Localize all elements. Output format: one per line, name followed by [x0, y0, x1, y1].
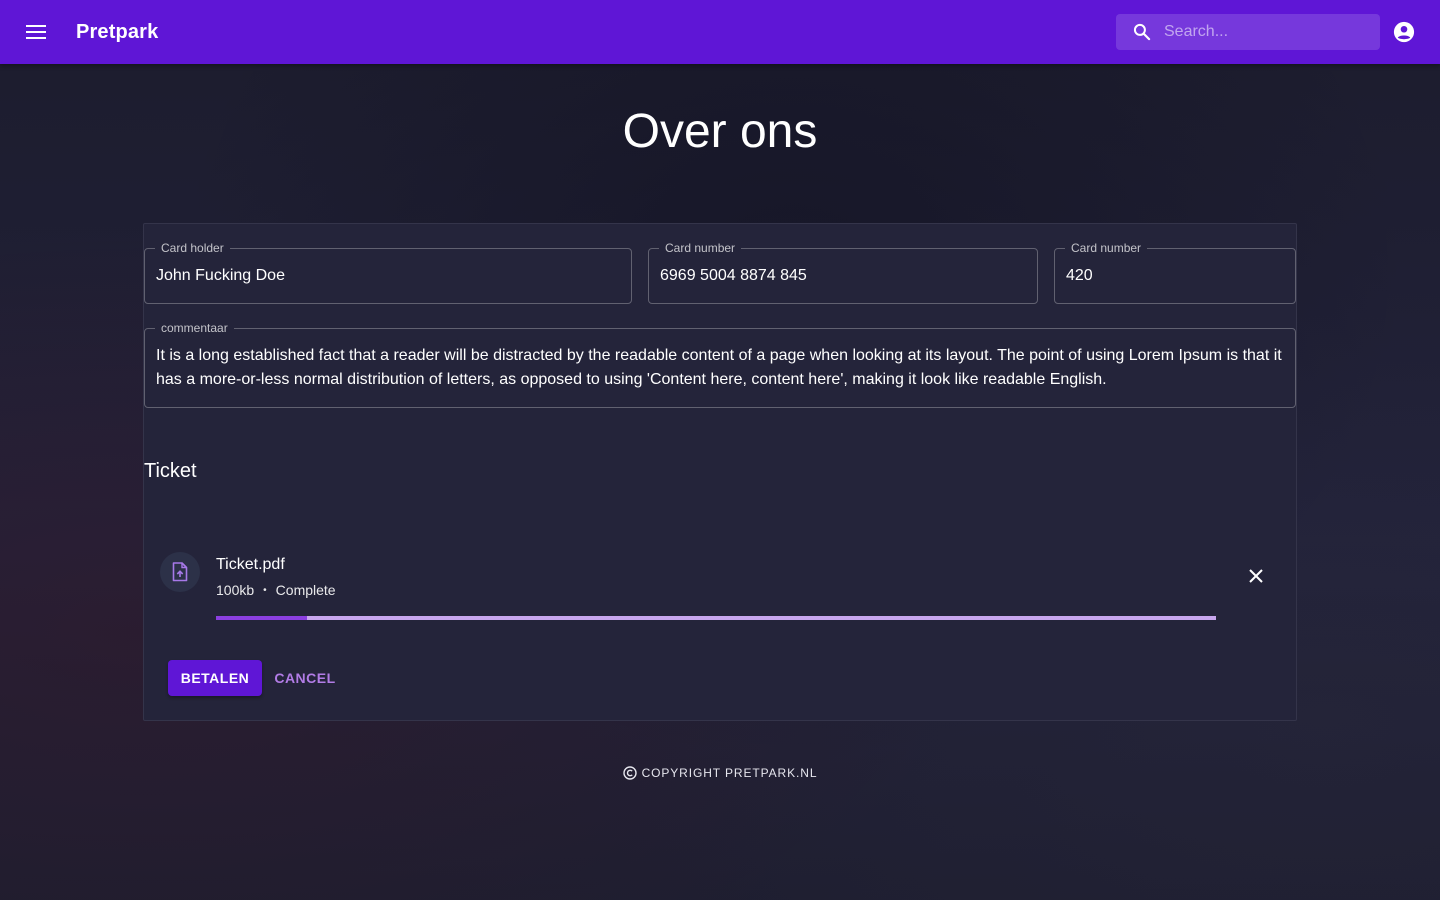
ticket-section-title: Ticket	[144, 460, 197, 482]
close-icon	[1249, 569, 1263, 583]
account-circle-icon	[1393, 21, 1415, 43]
search-input[interactable]	[1164, 14, 1374, 50]
upload-status: Complete	[275, 582, 336, 598]
file-size: 100kb	[216, 582, 255, 598]
footer: COPYRIGHT PRETPARK.NL	[0, 766, 1440, 780]
card-holder-input[interactable]	[156, 265, 618, 287]
card-holder-field: Card holder	[144, 241, 632, 304]
file-meta: 100kb • Complete	[216, 582, 336, 598]
app-bar: Pretpark	[0, 0, 1440, 64]
comment-field: commentaar It is a long established fact…	[144, 321, 1296, 408]
meta-separator: •	[263, 584, 267, 596]
payment-card: Card holder Card number Card number comm…	[143, 223, 1297, 721]
remove-file-button[interactable]	[1240, 560, 1272, 592]
copyright-text: COPYRIGHT PRETPARK.NL	[641, 766, 818, 780]
pay-button[interactable]: BETALEN	[168, 660, 262, 696]
card-cvc-field: Card number	[1054, 241, 1296, 304]
card-number-input[interactable]	[660, 265, 1024, 287]
upload-progress-bar	[216, 616, 1216, 620]
comment-label: commentaar	[155, 321, 234, 335]
app-title: Pretpark	[76, 21, 159, 43]
page-title: Over ons	[622, 105, 818, 158]
file-avatar	[160, 552, 200, 592]
cancel-button[interactable]: CANCEL	[268, 660, 342, 696]
card-cvc-input[interactable]	[1066, 265, 1282, 287]
search-box[interactable]	[1116, 14, 1380, 50]
copyright-icon	[622, 766, 637, 780]
card-number-label: Card number	[659, 241, 742, 255]
account-button[interactable]	[1388, 16, 1420, 48]
comment-textarea[interactable]: It is a long established fact that a rea…	[156, 344, 1282, 396]
card-number-field: Card number	[648, 241, 1038, 304]
menu-icon	[26, 25, 46, 39]
upload-progress-fill	[216, 616, 307, 620]
file-upload-icon	[172, 562, 188, 582]
card-cvc-label: Card number	[1065, 241, 1148, 255]
menu-button[interactable]	[16, 12, 56, 52]
card-holder-label: Card holder	[155, 241, 230, 255]
file-name: Ticket.pdf	[216, 556, 285, 573]
search-icon	[1133, 23, 1151, 41]
